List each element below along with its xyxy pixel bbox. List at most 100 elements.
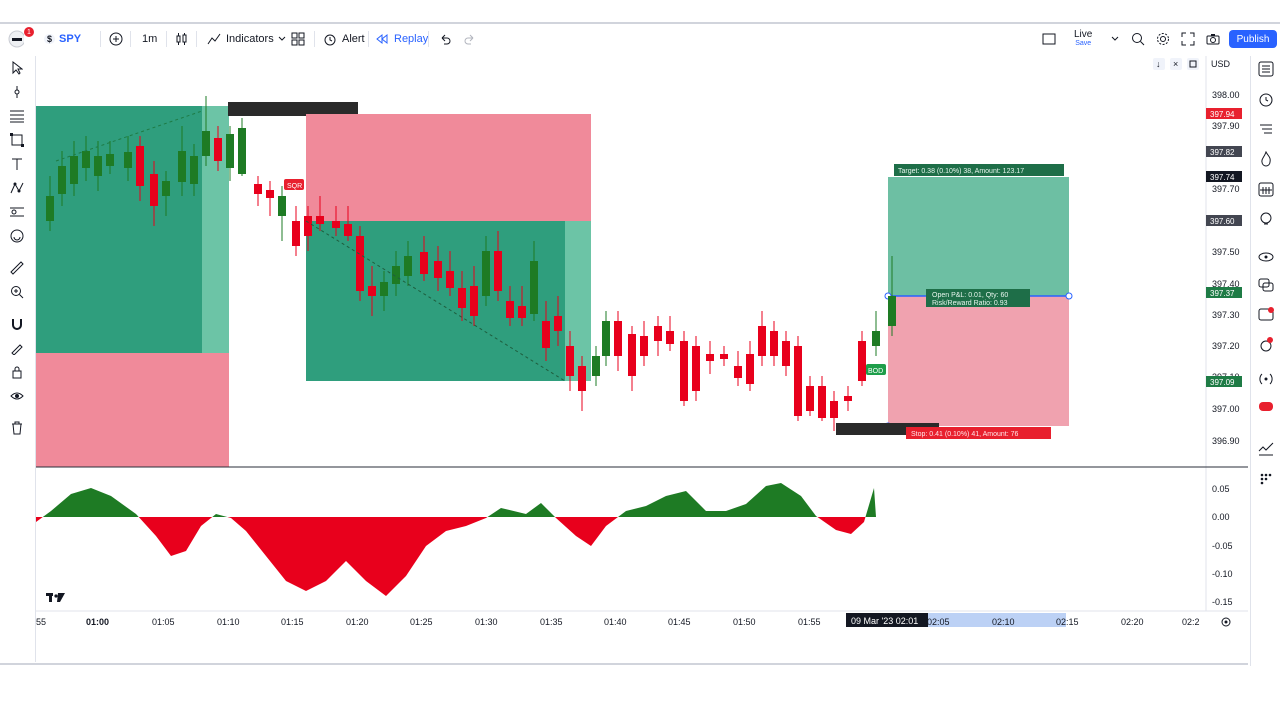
active-long-profit-zone[interactable] — [888, 177, 1069, 296]
hide-tool[interactable] — [9, 390, 25, 406]
magnet-tool[interactable] — [9, 318, 25, 334]
candle-body — [666, 331, 674, 344]
long-position-loss-zone[interactable] — [36, 353, 229, 467]
indicators-button[interactable]: Indicators — [206, 30, 274, 48]
measure-tool[interactable] — [9, 260, 25, 278]
price-tick-label: 397.70 — [1212, 184, 1240, 194]
fullscreen-button[interactable] — [1180, 30, 1196, 48]
ideas-button[interactable] — [1257, 212, 1275, 230]
tradingview-logo-icon[interactable] — [46, 593, 65, 602]
osc-negative-area — [36, 517, 876, 596]
notifications-button[interactable] — [1257, 306, 1275, 326]
snapshot-button[interactable] — [1205, 30, 1221, 48]
candle-body — [654, 326, 662, 341]
messages-button[interactable] — [1257, 400, 1275, 418]
candle-body — [316, 216, 324, 224]
layouts-button[interactable] — [290, 30, 306, 48]
compare-add-button[interactable] — [108, 30, 124, 48]
signal-button[interactable] — [1257, 372, 1275, 390]
undo-button[interactable] — [437, 30, 453, 48]
trend-line-tool[interactable] — [9, 85, 25, 102]
help-button[interactable] — [1257, 336, 1275, 356]
zoom-tool[interactable] — [9, 285, 25, 304]
remove-drawings-tool[interactable] — [9, 421, 25, 438]
replay-button[interactable]: Replay — [374, 30, 428, 48]
dots-grid-icon — [1258, 471, 1274, 492]
candle-body — [304, 216, 312, 236]
entry-handle-right[interactable] — [1065, 292, 1073, 300]
time-axis-settings-icon[interactable] — [1221, 617, 1231, 627]
candle-body — [356, 236, 364, 291]
candle-body — [278, 196, 286, 216]
long-position-profit-zone[interactable] — [36, 106, 202, 353]
indicators-label: Indicators — [226, 33, 274, 45]
publish-button[interactable]: Publish — [1229, 30, 1277, 48]
alerts-panel-button[interactable] — [1257, 92, 1275, 110]
osc-tick-label: 0.00 — [1212, 512, 1230, 522]
search-button[interactable] — [1130, 30, 1146, 48]
redo-button[interactable] — [462, 30, 478, 48]
candle-body — [746, 354, 754, 384]
time-tick-label: 01:25 — [410, 617, 433, 627]
live-save-button[interactable]: Live Save — [1074, 30, 1092, 48]
replay-label: Replay — [394, 33, 429, 45]
candle-body — [332, 221, 340, 228]
object-tree-button[interactable] — [1257, 122, 1275, 140]
rectangle-icon — [10, 132, 24, 152]
alert-button[interactable]: Alert — [322, 30, 365, 48]
fullscreen-icon — [1180, 31, 1196, 47]
bod-label: BOD — [868, 368, 883, 375]
pine-editor-button[interactable] — [1257, 442, 1275, 460]
active-long-loss-zone[interactable] — [888, 296, 1069, 426]
close-icon: × — [1173, 59, 1178, 69]
menu-avatar[interactable]: 1 — [8, 27, 34, 48]
stay-drawing-tool[interactable] — [9, 342, 25, 358]
chats-button[interactable] — [1257, 278, 1275, 296]
lock-tool[interactable] — [9, 366, 25, 382]
square-icon — [1041, 31, 1057, 47]
camera-icon — [1205, 31, 1221, 47]
candle-body — [292, 221, 300, 246]
list-icon — [1258, 61, 1274, 82]
settings-button[interactable] — [1155, 30, 1171, 48]
symbol-search-button[interactable]: $ SPY — [44, 30, 81, 48]
save-dropdown[interactable] — [1107, 30, 1123, 48]
candle-body — [162, 181, 170, 196]
more-apps-button[interactable] — [1257, 472, 1275, 490]
streams-button[interactable] — [1257, 250, 1275, 268]
chevron-down-icon — [274, 31, 290, 47]
target-label: Target: 0.38 (0.10%) 38, Amount: 123.17 — [898, 168, 1024, 175]
pattern-tool[interactable] — [9, 182, 25, 198]
indicators-dropdown[interactable] — [274, 30, 290, 48]
candle-body — [770, 331, 778, 356]
price-badge-label: 397.82 — [1210, 148, 1235, 157]
text-tool[interactable] — [9, 158, 25, 174]
calendar-button[interactable] — [1257, 182, 1275, 200]
maximize-pane-button[interactable] — [1187, 58, 1199, 70]
text-t-icon — [10, 157, 24, 176]
icons-tool[interactable] — [9, 229, 25, 246]
magnet-icon — [10, 317, 24, 336]
candle-body — [178, 151, 186, 182]
candle-body — [578, 366, 586, 391]
fib-tool[interactable] — [9, 110, 25, 126]
currency-selector[interactable]: USD — [1211, 59, 1231, 69]
rewind-icon — [374, 31, 390, 47]
cursor-arrow-icon — [11, 60, 24, 80]
layout-select-button[interactable] — [1041, 30, 1057, 48]
shapes-tool[interactable] — [9, 132, 25, 152]
price-chart[interactable]: ↓ × USD SQR BOD Target: 0.38 (0.10%) 38,… — [36, 56, 1248, 662]
candle-body — [380, 282, 388, 296]
short-position-loss-zone[interactable] — [306, 114, 591, 221]
chart-type-button[interactable] — [174, 30, 190, 48]
prediction-tool[interactable] — [9, 206, 25, 222]
cursor-tool[interactable] — [9, 60, 25, 80]
zoom-in-icon — [10, 285, 24, 304]
interval-button[interactable]: 1m — [142, 30, 157, 48]
hotlist-button[interactable] — [1257, 150, 1275, 170]
watchlist-button[interactable] — [1257, 61, 1275, 82]
candle-body — [94, 156, 102, 176]
forecast-icon — [9, 205, 25, 224]
candle-body — [404, 256, 412, 276]
candle-body — [806, 386, 814, 411]
